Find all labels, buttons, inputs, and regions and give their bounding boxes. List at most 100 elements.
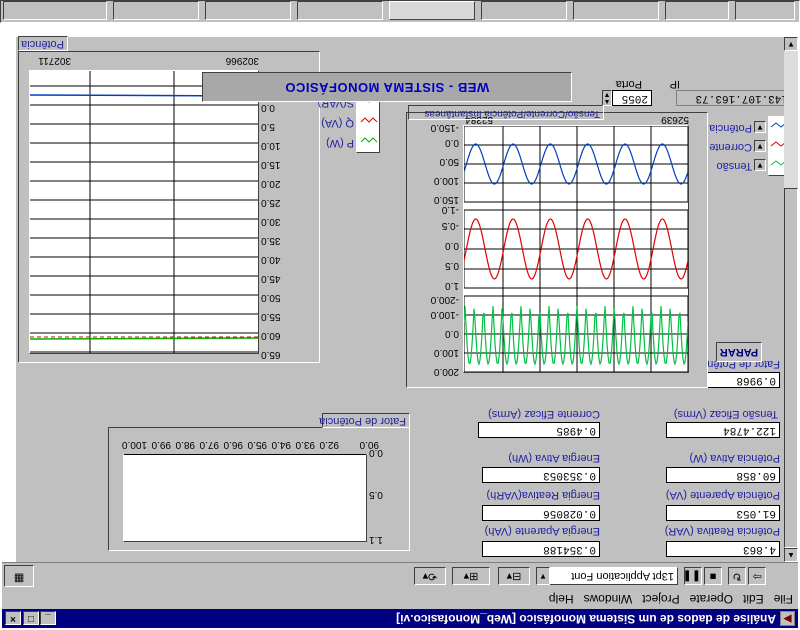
taskbar-item[interactable] [665,1,729,20]
reorder-icon[interactable]: ⟲▾ [414,567,446,585]
legend-q: Q (VA) [321,117,354,129]
power-wave-tick: 100.0 [433,347,459,358]
app-banner-text: WEB - SISTEMA MONOFÁSICO [284,80,490,95]
taskbar-item[interactable] [205,1,291,20]
port-label: Porta [615,78,642,90]
fp-x-tick: 94.0 [271,439,291,450]
app-icon: ▶ [780,611,795,626]
taskbar-item-active[interactable] [389,1,475,20]
fp-chart: 0.0 0.5 1.1 90.0 92.0 93.0 94.0 95.0 96.… [108,427,410,551]
energia-reativa-label: Energia Reativa(VARh) [486,489,600,501]
power-wave-tick: -100.0 [430,309,459,320]
power-x-end: 302711 [38,55,71,66]
tension-tick: -150.0 [430,122,459,133]
power-y-axis: 65.0 60.0 55.0 50.0 45.0 40.0 35.0 30.0 … [261,64,319,360]
power-y-tick: 40.0 [261,254,281,265]
taskbar-item[interactable] [735,1,795,20]
scroll-down-icon[interactable]: ▼ [784,37,798,51]
tension-tick: 150.0 [433,194,459,205]
stop-button[interactable]: PARAR [716,342,762,362]
tension-dropdown-icon[interactable]: ▼ [754,159,766,171]
pause-icon[interactable]: ❚❚ [683,567,702,585]
power-y-tick: 55.0 [261,311,281,322]
energia-reativa-value: 0.028056 [482,505,600,521]
wave-chart-plot [463,125,689,373]
menu-windows[interactable]: Windows [579,589,638,609]
menu-bar: FileEditOperateProjectWindowsHelp [2,589,798,609]
corrente-eficaz-value: 0.4985 [478,422,600,438]
vertical-scroll-thumb[interactable] [784,188,798,548]
power-chart-label: Potência [18,36,68,51]
fp-x-tick: 95.0 [247,439,267,450]
taskbar-item[interactable] [297,1,383,20]
ip-field[interactable]: 143.107.163.73 [676,90,792,106]
power-y-tick: 35.0 [261,235,281,246]
wave-legend: ▼ ▼ ▼ Tensão Corrente Potência [709,116,794,176]
legend-p: P (W) [326,137,354,149]
tension-tick: 50.0 [439,156,459,167]
power-wave-tick: 200.0 [433,366,459,377]
menu-operate[interactable]: Operate [685,589,738,609]
power-y-tick: 30.0 [261,216,281,227]
power-y-tick: 45.0 [261,273,281,284]
wave-x-start: 52639 [661,114,689,125]
tensao-eficaz-value: 122.4784 [666,422,780,438]
energia-aparente-value: 0.354188 [482,541,600,557]
vi-icon[interactable]: ▦ [4,565,34,587]
font-select-value: 13pt Application Font [571,570,674,582]
font-select[interactable]: 13pt Application Font [538,567,678,585]
energia-aparente-label: Energia Aparente (VAh) [484,525,600,537]
font-dropdown-icon[interactable]: ▼ [536,567,550,585]
wave-chart-label: Tensão/Corrente/Potência Instantâneas [408,105,604,120]
fp-x-tick: 98.0 [175,439,195,450]
taskbar-item[interactable] [573,1,659,20]
taskbar-item[interactable] [3,1,107,20]
maximize-button[interactable]: □ [23,611,39,625]
distribute-objects-icon[interactable]: ⊞▾ [452,567,490,585]
menu-project[interactable]: Project [637,589,684,609]
vertical-scrollbar[interactable]: ▲ ▼ [784,37,798,562]
abort-icon[interactable]: ■ [704,567,722,585]
menu-edit[interactable]: Edit [738,589,769,609]
stop-button-label: PARAR [719,346,759,358]
tension-tick: 0.0 [445,137,459,148]
power-y-tick: 25.0 [261,197,281,208]
power-chart-plot [29,70,259,354]
power-y-tick: 50.0 [261,292,281,303]
power-y-tick: 0.0 [261,102,275,113]
power-y-tick: 15.0 [261,159,281,170]
align-objects-icon[interactable]: ⊟▾ [498,567,530,585]
power-wave-tick: 0.0 [445,328,459,339]
power-dropdown-icon[interactable]: ▼ [754,121,766,133]
taskbar-item[interactable] [481,1,567,20]
fp-x-tick: 100.0 [121,439,147,450]
current-dropdown-icon[interactable]: ▼ [754,140,766,152]
port-stepper-icon[interactable]: ▲ ▼ [602,90,612,106]
power-y-tick: 5.0 [261,121,275,132]
scroll-up-icon[interactable]: ▲ [784,548,798,562]
current-tick: -1.0 [441,204,459,215]
fp-x-tick: 90.0 [359,439,379,450]
power-y-tick: 60.0 [261,330,281,341]
fp-y-tick: 1.1 [369,534,383,545]
current-tick: -0.5 [441,220,459,231]
run-continuous-icon[interactable]: ↻ [728,567,746,585]
fp-x-tick: 93.0 [295,439,315,450]
close-button[interactable]: × [5,611,21,625]
corrente-eficaz-label: Corrente Eficaz (Arms) [488,408,600,420]
window-title: Análise de dados de um Sistema Monofásic… [396,612,776,626]
legend-potencia: Potência [709,122,752,134]
power-y-tick: 20.0 [261,178,281,189]
fp-chart-plot [123,454,367,542]
taskbar-item[interactable] [113,1,199,20]
wave-chart: 200.0 100.0 0.0 -100.0 -200.0 1.0 0.5 0.… [406,112,708,388]
minimize-button[interactable]: _ [40,611,56,625]
potencia-reativa-value: 4.863 [666,541,780,557]
menu-file[interactable]: File [769,589,798,609]
power-y-tick: 65.0 [261,349,281,360]
ip-label: IP [669,78,680,90]
run-arrow-icon[interactable]: ⇨ [748,567,766,585]
title-bar: ▶ Análise de dados de um Sistema Monofás… [2,609,798,628]
port-field[interactable]: 2055 [612,90,652,106]
menu-help[interactable]: Help [544,589,579,609]
